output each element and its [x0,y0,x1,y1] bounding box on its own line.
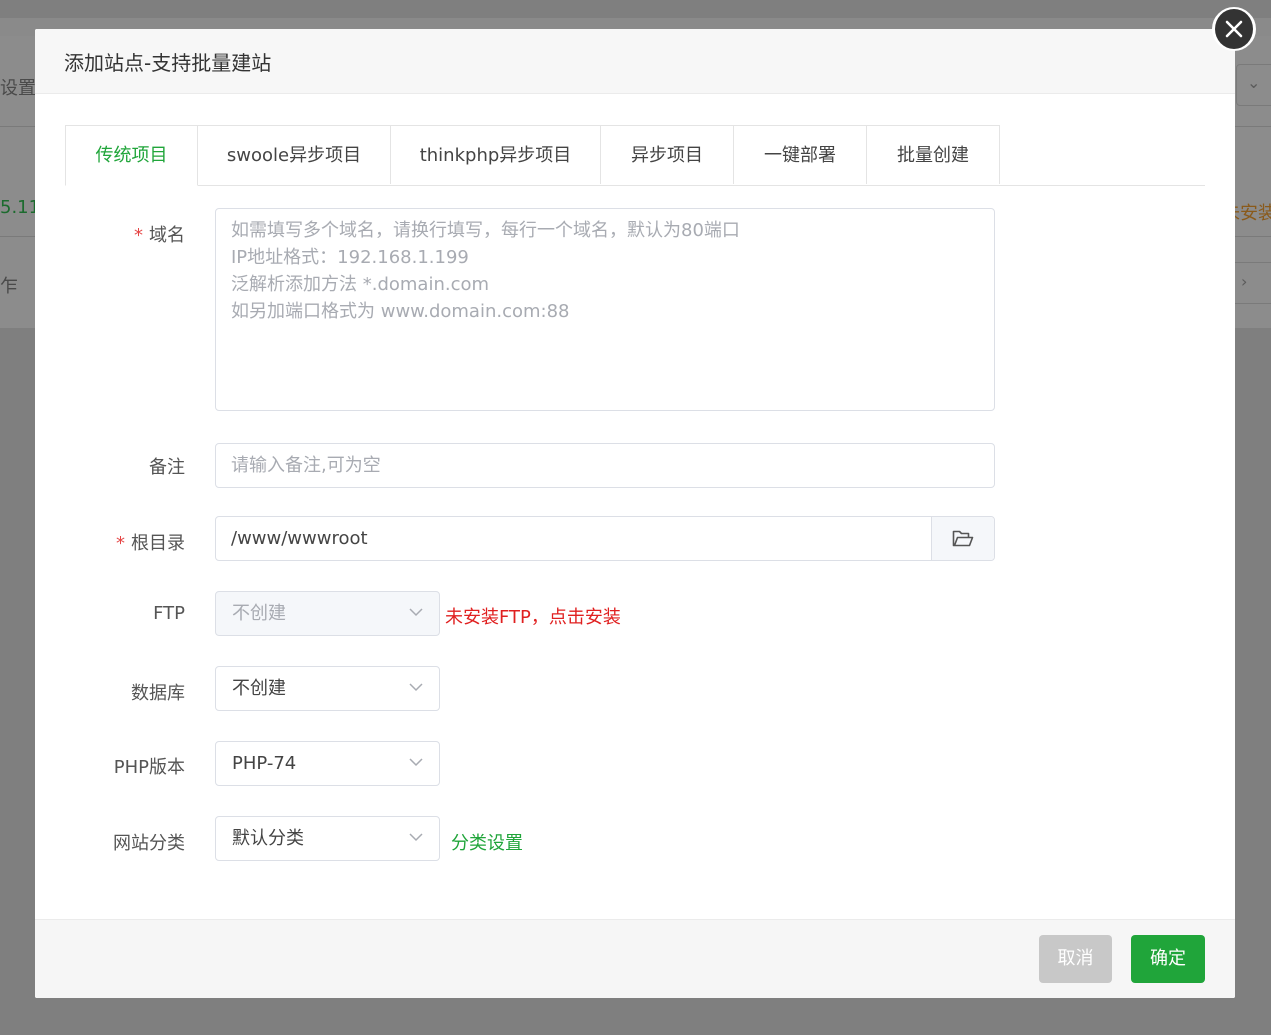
root-dir-value: /www/wwwroot [231,528,368,549]
site-category-select[interactable]: 默认分类 [215,816,440,861]
dialog-title: 添加站点-支持批量建站 [64,50,272,75]
ftp-select-value: 不创建 [232,603,286,624]
remark-placeholder: 请输入备注,可为空 [231,455,381,476]
tab-thinkphp-async-project[interactable]: thinkphp异步项目 [391,125,601,184]
database-select-value: 不创建 [232,678,286,699]
remark-label: 备注 [149,457,185,478]
close-dialog-button[interactable] [1212,7,1256,51]
domain-placeholder-line: 泛解析添加方法 *.domain.com [231,274,490,295]
chevron-down-icon [409,758,423,767]
php-version-label: PHP版本 [113,757,185,778]
root-dir-label: * 根目录 [116,533,185,554]
domain-textarea[interactable]: 如需填写多个域名，请换行填写，每行一个域名，默认为80端口 IP地址格式：192… [215,208,995,411]
chevron-down-icon [409,833,423,842]
root-dir-input[interactable]: /www/wwwroot [215,516,995,561]
chevron-down-icon [409,683,423,692]
background-text: 设置 [0,78,36,99]
install-ftp-link[interactable]: 未安装FTP，点击安装 [445,603,621,629]
domain-placeholder-line: IP地址格式：192.168.1.199 [231,247,469,268]
project-type-tabs: 传统项目 swoole异步项目 thinkphp异步项目 异步项目 一键部署 批… [65,125,1205,186]
background-text: 乍 [0,276,18,297]
database-label: 数据库 [131,683,185,704]
tab-one-click-deploy[interactable]: 一键部署 [734,125,867,184]
tab-traditional-project[interactable]: 传统项目 [65,125,198,186]
background-select: ⌄ [1236,64,1271,106]
folder-open-icon [952,530,974,546]
dialog-footer: 取消 确定 [35,919,1235,998]
domain-placeholder-line: 如需填写多个域名，请换行填写，每行一个域名，默认为80端口 [231,220,740,241]
required-mark: * [134,225,143,246]
add-site-dialog: 添加站点-支持批量建站 传统项目 swoole异步项目 thinkphp异步项目… [35,29,1235,998]
required-mark: * [116,533,125,554]
php-version-select[interactable]: PHP-74 [215,741,440,786]
site-category-label: 网站分类 [113,833,185,854]
close-icon [1225,20,1243,38]
folder-browse-button[interactable] [931,517,994,560]
ftp-label: FTP [153,603,185,624]
cancel-button[interactable]: 取消 [1039,935,1112,983]
confirm-button[interactable]: 确定 [1131,935,1205,983]
ftp-select[interactable]: 不创建 [215,591,440,636]
database-select[interactable]: 不创建 [215,666,440,711]
chevron-down-icon [409,608,423,617]
tab-swoole-async-project[interactable]: swoole异步项目 [198,125,391,184]
tab-async-project[interactable]: 异步项目 [601,125,734,184]
dialog-header: 添加站点-支持批量建站 [35,29,1235,94]
category-settings-link[interactable]: 分类设置 [451,829,523,855]
tab-batch-create[interactable]: 批量创建 [867,125,1000,184]
php-version-value: PHP-74 [232,753,297,774]
chevron-down-icon: ⌄ [1247,73,1261,92]
remark-input[interactable]: 请输入备注,可为空 [215,443,995,488]
domain-placeholder-line: 如另加端口格式为 www.domain.com:88 [231,301,570,322]
site-category-value: 默认分类 [232,828,304,849]
chevron-right-icon: › [1241,272,1248,291]
domain-label: * 域名 [134,225,185,246]
